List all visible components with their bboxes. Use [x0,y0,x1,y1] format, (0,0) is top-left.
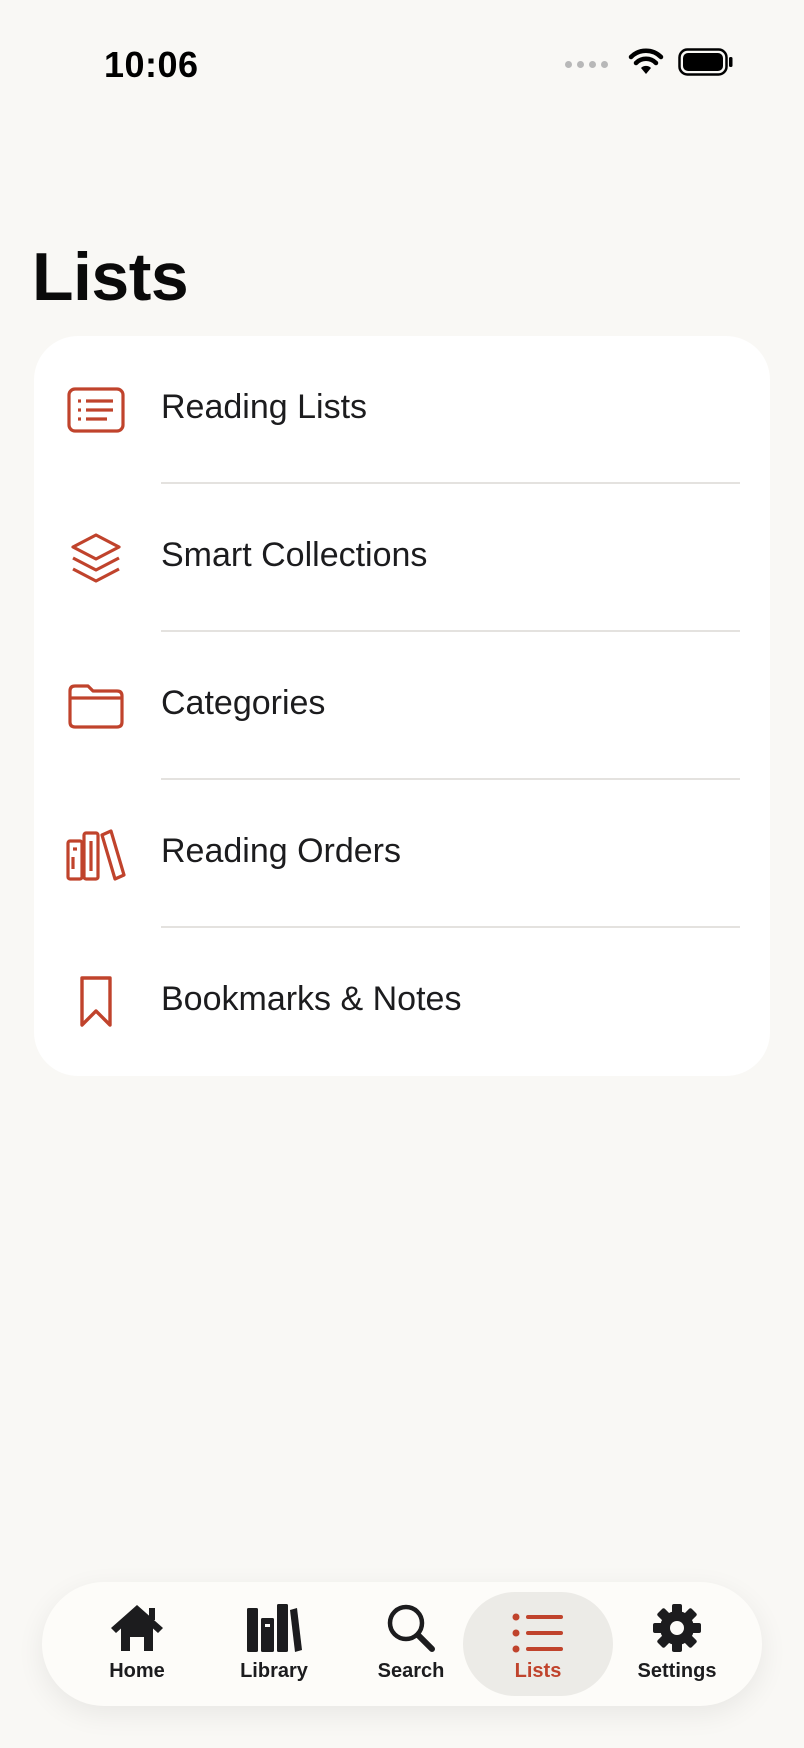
wifi-icon [628,48,664,81]
list-item-label: Reading Lists [161,388,368,426]
tab-lists[interactable]: Lists [463,1592,613,1696]
list-item-categories[interactable]: Categories [34,632,770,780]
tab-label: Home [109,1660,165,1682]
page-title: Lists [32,239,189,315]
tab-bar: Home Library Search Lists Settings [42,1582,762,1706]
cellular-dots-icon [565,61,608,68]
list-item-label: Reading Orders [161,832,402,870]
tab-label: Search [377,1660,445,1682]
books-shelf-icon [64,822,128,886]
list-item-label: Smart Collections [161,536,428,574]
layers-stack-icon [64,526,128,590]
tab-library[interactable]: Library [199,1592,349,1696]
list-item-label: Bookmarks & Notes [161,980,462,1018]
list-item-label: Categories [161,684,326,722]
gear-icon [651,1596,703,1654]
status-icons [565,48,734,81]
magnifier-icon [385,1596,437,1654]
tab-label: Lists [514,1660,562,1682]
tab-label: Settings [637,1660,717,1682]
tab-home[interactable]: Home [62,1592,212,1696]
list-item-reading-orders[interactable]: Reading Orders [34,780,770,928]
lists-card: Reading Lists Smart Collections Categori… [34,336,770,1076]
list-item-bookmarks-notes[interactable]: Bookmarks & Notes [34,928,770,1076]
tab-label: Library [240,1660,308,1682]
list-item-reading-lists[interactable]: Reading Lists [34,336,770,484]
battery-icon [678,48,734,81]
status-time: 10:06 [104,44,199,85]
list-item-smart-collections[interactable]: Smart Collections [34,484,770,632]
tab-settings[interactable]: Settings [602,1592,752,1696]
list-card-icon [64,378,128,442]
bulleted-list-icon [512,1596,564,1654]
house-icon [108,1596,166,1654]
status-bar: 10:06 [0,0,804,130]
bookmark-icon [64,970,128,1034]
folder-icon [64,674,128,738]
books-icon [245,1596,303,1654]
